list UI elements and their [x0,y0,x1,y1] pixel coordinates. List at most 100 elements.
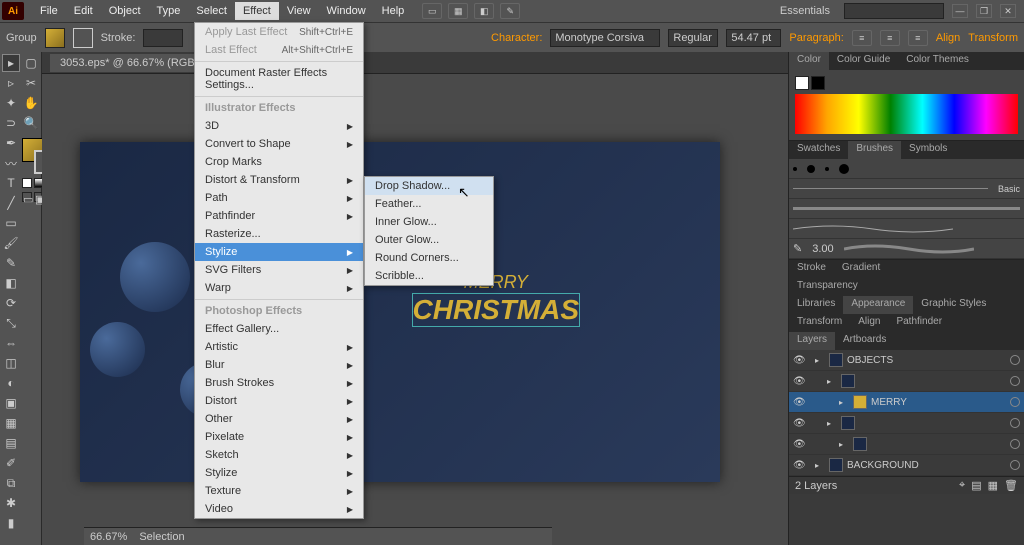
search-input[interactable] [844,3,944,19]
feather-item[interactable]: Feather... [365,195,493,213]
round-corners-item[interactable]: Round Corners... [365,249,493,267]
path-item[interactable]: Path▶ [195,189,363,207]
appearance-tab[interactable]: Appearance [843,296,913,314]
brush-item[interactable]: ✎3.00 [789,239,1024,259]
tool-icon[interactable]: ✎ [500,3,520,19]
effect-gallery-item[interactable]: Effect Gallery... [195,320,363,338]
color-stroke-swatch[interactable] [811,76,825,90]
slice-tool[interactable]: ✂ [22,74,40,92]
close-button[interactable]: ✕ [1000,4,1016,18]
hand-tool[interactable]: ✋ [22,94,40,112]
3d-item[interactable]: 3D▶ [195,117,363,135]
chevron-icon[interactable]: ▸ [839,398,849,407]
color-tab[interactable]: Color [789,52,829,70]
transform-link[interactable]: Transform [968,32,1018,44]
align-tab[interactable]: Align [850,314,888,332]
menu-effect[interactable]: Effect [235,2,279,20]
menu-type[interactable]: Type [149,2,189,20]
last-effect-item[interactable]: Last EffectAlt+Shift+Ctrl+E [195,41,363,59]
chevron-icon[interactable]: ▸ [815,356,825,365]
layer-row[interactable]: 👁 ▸ BACKGROUND [789,455,1024,476]
rectangle-tool[interactable]: ▭ [2,214,20,232]
color-mode-icon[interactable] [22,178,32,188]
stylize-ps-item[interactable]: Stylize▶ [195,464,363,482]
brush-item[interactable] [789,159,1024,179]
visibility-icon[interactable]: 👁 [793,397,807,408]
font-family-input[interactable] [550,29,660,47]
visibility-icon[interactable]: 👁 [793,418,807,429]
character-link[interactable]: Character: [491,32,542,44]
width-tool[interactable]: ⇔ [2,334,20,352]
brush-item[interactable] [789,219,1024,239]
visibility-icon[interactable]: 👁 [793,460,807,471]
artboards-tab[interactable]: Artboards [835,332,894,350]
chevron-icon[interactable]: ▸ [827,377,837,386]
svg-filters-item[interactable]: SVG Filters▶ [195,261,363,279]
color-guide-tab[interactable]: Color Guide [829,52,898,70]
symbol-sprayer-tool[interactable]: ✱ [2,494,20,512]
pencil-tool[interactable]: ✎ [2,254,20,272]
stroke-weight-input[interactable] [143,29,183,47]
menu-select[interactable]: Select [188,2,235,20]
transparency-tab[interactable]: Transparency [789,278,866,296]
raster-settings-item[interactable]: Document Raster Effects Settings... [195,64,363,94]
gradient-tool[interactable]: ▤ [2,434,20,452]
visibility-icon[interactable]: 👁 [793,376,807,387]
target-icon[interactable] [1010,376,1020,386]
arrange-icon[interactable]: ▦ [448,3,468,19]
layer-row[interactable]: 👁 ▸ [789,434,1024,455]
layer-row[interactable]: 👁 ▸ [789,371,1024,392]
gpu-icon[interactable]: ◧ [474,3,494,19]
layers-tab[interactable]: Layers [789,332,835,350]
chevron-icon[interactable]: ▸ [839,440,849,449]
menu-object[interactable]: Object [101,2,149,20]
curvature-tool[interactable]: 〰 [2,154,20,172]
outer-glow-item[interactable]: Outer Glow... [365,231,493,249]
distort-item[interactable]: Distort▶ [195,392,363,410]
libraries-tab[interactable]: Libraries [789,296,843,314]
blend-tool[interactable]: ⧉ [2,474,20,492]
visibility-icon[interactable]: 👁 [793,439,807,450]
artistic-item[interactable]: Artistic▶ [195,338,363,356]
target-icon[interactable] [1010,397,1020,407]
color-themes-tab[interactable]: Color Themes [898,52,977,70]
target-icon[interactable] [1010,439,1020,449]
minimize-button[interactable]: — [952,4,968,18]
align-right-icon[interactable]: ≡ [908,30,928,46]
lasso-tool[interactable]: ⊃ [2,114,20,132]
video-item[interactable]: Video▶ [195,500,363,518]
artboard-tool[interactable]: ▢ [22,54,40,72]
direct-selection-tool[interactable]: ▹ [2,74,20,92]
other-item[interactable]: Other▶ [195,410,363,428]
chevron-icon[interactable]: ▸ [815,461,825,470]
brush-item[interactable] [789,199,1024,219]
layout-icon[interactable]: ▭ [422,3,442,19]
brushes-tab[interactable]: Brushes [848,141,901,159]
align-link[interactable]: Align [936,32,960,44]
shape-builder-tool[interactable]: ◐ [2,374,20,392]
blur-item[interactable]: Blur▶ [195,356,363,374]
gradient-tab[interactable]: Gradient [834,260,888,278]
restore-button[interactable]: ❐ [976,4,992,18]
line-tool[interactable]: ╱ [2,194,20,212]
stroke-swatch[interactable] [73,28,93,48]
convert-to-shape-item[interactable]: Convert to Shape▶ [195,135,363,153]
layer-name[interactable]: MERRY [871,397,1006,408]
layer-name[interactable]: OBJECTS [847,355,1006,366]
pathfinder-item[interactable]: Pathfinder▶ [195,207,363,225]
transform-tab[interactable]: Transform [789,314,850,332]
target-icon[interactable] [1010,460,1020,470]
crop-marks-item[interactable]: Crop Marks [195,153,363,171]
texture-item[interactable]: Texture▶ [195,482,363,500]
pathfinder-tab[interactable]: Pathfinder [888,314,950,332]
target-icon[interactable] [1010,355,1020,365]
brush-strokes-item[interactable]: Brush Strokes▶ [195,374,363,392]
layer-row[interactable]: 👁 ▸ [789,413,1024,434]
locate-layer-icon[interactable]: ⌖ [959,479,965,492]
brush-item[interactable]: Basic [789,179,1024,199]
color-spectrum[interactable] [795,94,1018,134]
paintbrush-tool[interactable]: 🖌 [2,234,20,252]
color-fill-swatch[interactable] [795,76,809,90]
perspective-tool[interactable]: ▣ [2,394,20,412]
inner-glow-item[interactable]: Inner Glow... [365,213,493,231]
